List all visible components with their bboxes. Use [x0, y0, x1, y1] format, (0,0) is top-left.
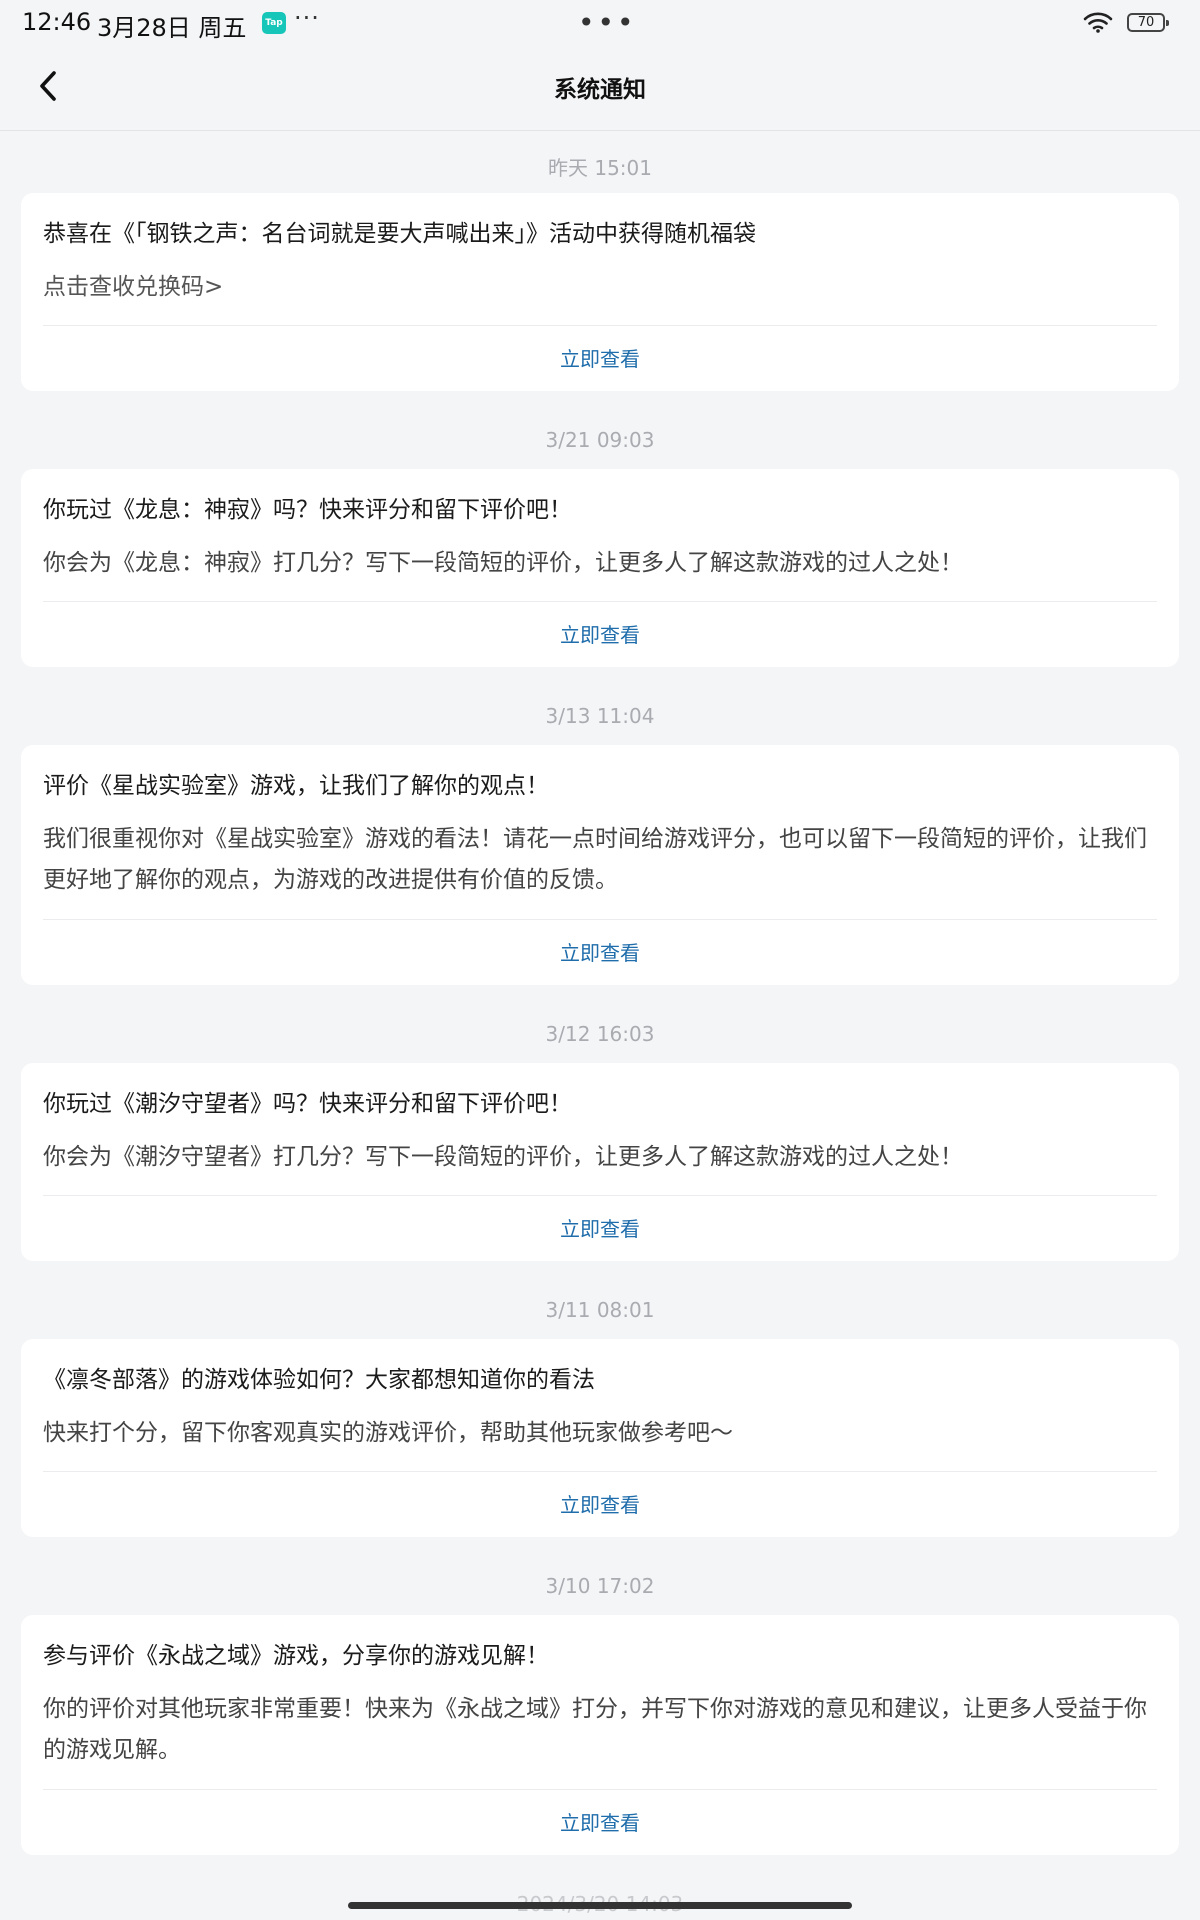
notification-time: 3/10 17:02 [545, 1574, 655, 1598]
notification-title: 你玩过《龙息：神寂》吗？快来评分和留下评价吧！ [43, 497, 572, 523]
notification-title: 《凛冬部落》的游戏体验如何？大家都想知道你的看法 [43, 1367, 595, 1393]
notification-time: 3/21 09:03 [545, 428, 655, 452]
notification-body: 你会为《潮汐守望者》打几分？写下一段简短的评价，让更多人了解这款游戏的过人之处！ [43, 1144, 963, 1170]
redeem-code-link[interactable]: 点击查收兑换码> [43, 267, 1157, 308]
notification-body: 你会为《龙息：神寂》打几分？写下一段简短的评价，让更多人了解这款游戏的过人之处！ [43, 550, 963, 576]
notification-body: 你的评价对其他玩家非常重要！快来为《永战之域》打分，并写下你对游戏的意见和建议，… [43, 1696, 1147, 1763]
status-bar: 12:46 3月28日 周五 Tap ··· ••• 70 [0, 0, 1200, 46]
notification-title: 参与评价《永战之域》游戏，分享你的游戏见解！ [43, 1643, 549, 1669]
notification-time: 3/13 11:04 [545, 704, 655, 728]
wifi-icon [1083, 11, 1113, 37]
status-date: 3月28日 周五 [97, 14, 247, 42]
view-now-button[interactable]: 立即查看 [21, 1790, 1179, 1856]
home-indicator[interactable] [348, 1902, 852, 1909]
tap-app-icon: Tap [262, 12, 286, 34]
view-now-button[interactable]: 立即查看 [21, 1196, 1179, 1262]
view-now-button[interactable]: 立即查看 [21, 326, 1179, 392]
notification-title: 恭喜在《「钢铁之声：名台词就是要大声喊出来」》活动中获得随机福袋 [43, 221, 756, 247]
battery-icon: 70 [1127, 13, 1169, 32]
notification-time: 昨天 15:01 [548, 156, 652, 180]
notification-body: 快来打个分，留下你客观真实的游戏评价，帮助其他玩家做参考吧～ [43, 1420, 733, 1446]
multitask-dots-icon[interactable]: ••• [578, 6, 637, 39]
notification-card[interactable]: 《凛冬部落》的游戏体验如何？大家都想知道你的看法 快来打个分，留下你客观真实的游… [21, 1339, 1179, 1537]
notification-body: 我们很重视你对《星战实验室》游戏的看法！请花一点时间给游戏评分，也可以留下一段简… [43, 826, 1147, 893]
more-notifications-icon: ··· [294, 4, 320, 32]
notification-card[interactable]: 你玩过《龙息：神寂》吗？快来评分和留下评价吧！ 你会为《龙息：神寂》打几分？写下… [21, 469, 1179, 667]
view-now-button[interactable]: 立即查看 [21, 602, 1179, 668]
header: 系统通知 [0, 46, 1200, 131]
notification-title: 评价《星战实验室》游戏，让我们了解你的观点！ [43, 773, 549, 799]
page-title: 系统通知 [554, 77, 646, 103]
status-time: 12:46 [22, 8, 92, 36]
notification-card[interactable]: 评价《星战实验室》游戏，让我们了解你的观点！ 我们很重视你对《星战实验室》游戏的… [21, 745, 1179, 985]
notification-time: 3/12 16:03 [545, 1022, 655, 1046]
view-now-button[interactable]: 立即查看 [21, 920, 1179, 986]
notification-card[interactable]: 你玩过《潮汐守望者》吗？快来评分和留下评价吧！ 你会为《潮汐守望者》打几分？写下… [21, 1063, 1179, 1261]
notification-title: 你玩过《潮汐守望者》吗？快来评分和留下评价吧！ [43, 1091, 572, 1117]
notification-time: 3/11 08:01 [545, 1298, 655, 1322]
notification-card[interactable]: 恭喜在《「钢铁之声：名台词就是要大声喊出来」》活动中获得随机福袋 点击查收兑换码… [21, 193, 1179, 391]
view-now-button[interactable]: 立即查看 [21, 1472, 1179, 1538]
notification-card[interactable]: 参与评价《永战之域》游戏，分享你的游戏见解！ 你的评价对其他玩家非常重要！快来为… [21, 1615, 1179, 1855]
